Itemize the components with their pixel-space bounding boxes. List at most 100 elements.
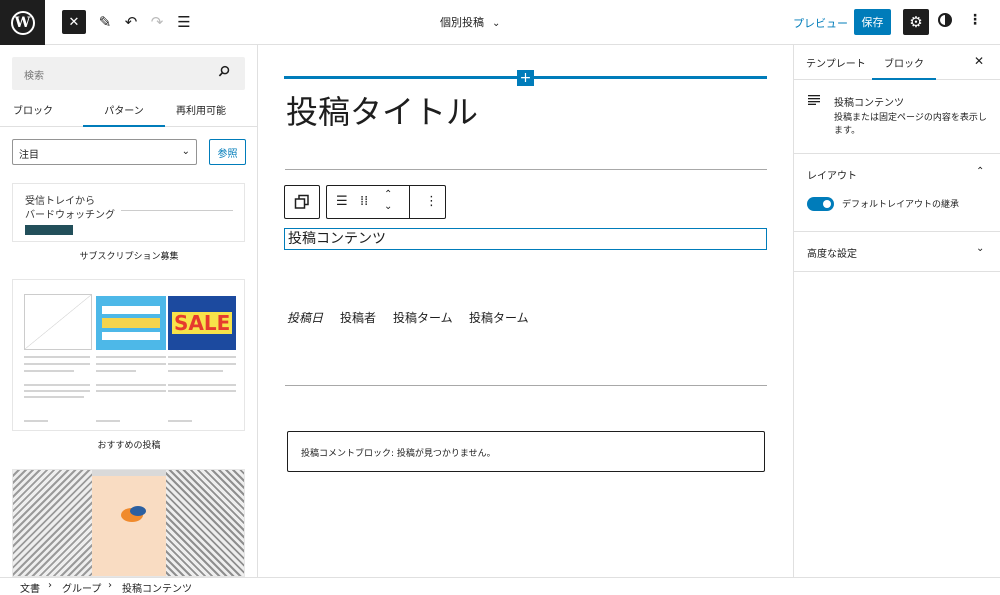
chevron-right-icon: › xyxy=(48,580,52,591)
close-icon: ✕ xyxy=(68,14,80,30)
thumbnail-text-line xyxy=(24,363,90,365)
thumbnail-text-line xyxy=(24,356,90,358)
undo-button[interactable]: ↶ xyxy=(119,10,143,34)
redo-icon: ↷ xyxy=(150,13,164,31)
thumbnail-placeholder xyxy=(24,294,92,350)
panel-divider xyxy=(794,153,1000,154)
thumbnail-text-line xyxy=(168,356,236,358)
wordpress-logo-button[interactable]: W xyxy=(0,0,45,45)
post-terms-block[interactable]: 投稿ターム xyxy=(469,309,529,326)
search-input[interactable]: 検索 xyxy=(12,57,245,90)
tab-block[interactable]: ブロック xyxy=(872,55,936,80)
inserter-panel: 検索 ブロック パターン 再利用可能 注目 ⌄ 参照 受信トレイから バードウォ… xyxy=(0,45,258,577)
toggle-knob xyxy=(823,200,831,208)
preview-button[interactable]: プレビュー xyxy=(793,15,848,31)
pattern-category-select[interactable]: 注目 ⌄ xyxy=(12,139,197,165)
chevron-down-icon: ⌄ xyxy=(181,146,190,157)
toolbar-divider xyxy=(409,186,410,218)
pattern-caption: おすすめの投稿 xyxy=(97,441,161,451)
close-inserter-button[interactable]: ✕ xyxy=(62,10,86,34)
block-parent-selector[interactable] xyxy=(284,185,320,219)
post-terms-block[interactable]: 投稿ターム xyxy=(393,309,453,326)
post-title-block[interactable]: 投稿タイトル xyxy=(286,87,478,133)
thumbnail-text-line xyxy=(24,420,48,422)
redo-button[interactable]: ↷ xyxy=(145,10,169,34)
settings-sidebar: テンプレート ブロック ✕ 投稿コンテンツ 投稿または固定ページの内容を表示しま… xyxy=(793,45,1000,577)
tools-button[interactable]: ✎ xyxy=(93,10,117,34)
options-menu-icon[interactable]: ⋮ xyxy=(968,12,982,28)
list-view-button[interactable]: ☰ xyxy=(172,10,196,34)
post-author-block[interactable]: 投稿者 xyxy=(340,309,376,326)
styles-contrast-icon[interactable] xyxy=(938,13,952,27)
save-button[interactable]: 保存 xyxy=(854,9,891,35)
thumbnail-image xyxy=(96,296,166,350)
pattern-text: 受信トレイから xyxy=(25,196,95,207)
editor-canvas: + 投稿タイトル ☰ ⁞⁞ ⌃ ⌄ ⋮ 投稿コンテンツ 投稿日 投稿者 投稿ターム… xyxy=(258,45,793,577)
breadcrumb: 文書 › グループ › 投稿コンテンツ xyxy=(0,577,1000,595)
tab-blocks[interactable]: ブロック xyxy=(13,102,53,127)
gallery-image xyxy=(166,470,244,576)
thumbnail-text-line xyxy=(24,390,90,392)
block-options-icon[interactable]: ⋮ xyxy=(425,194,438,209)
thumbnail-text-line xyxy=(96,370,136,372)
inherit-layout-label: デフォルトレイアウトの継承 xyxy=(842,200,960,210)
search-placeholder: 検索 xyxy=(24,71,44,82)
thumbnail-text-line xyxy=(168,420,192,422)
breadcrumb-item-document[interactable]: 文書 xyxy=(20,580,40,595)
tab-template[interactable]: テンプレート xyxy=(806,55,866,80)
pattern-category-value: 注目 xyxy=(19,150,39,161)
gallery-image xyxy=(13,470,92,576)
post-date-block[interactable]: 投稿日 xyxy=(287,309,323,326)
thumbnail-text-line xyxy=(168,384,236,386)
tab-patterns[interactable]: パターン xyxy=(83,102,165,127)
thumbnail-image: SALE xyxy=(168,296,236,350)
tab-reusable[interactable]: 再利用可能 xyxy=(176,102,226,127)
thumbnail-text-line xyxy=(24,384,90,386)
search-icon xyxy=(218,65,230,77)
pen-icon: ✎ xyxy=(98,13,112,31)
chevron-down-icon: ⌄ xyxy=(492,18,501,29)
chevron-up-icon[interactable]: ⌃ xyxy=(976,166,984,177)
thumbnail-text-line xyxy=(96,390,166,392)
duplicate-icon xyxy=(294,194,309,209)
pattern-thumbnail-button xyxy=(25,225,73,235)
pattern-card-image-gallery[interactable] xyxy=(12,469,245,577)
block-card-description: 投稿または固定ページの内容を表示します。 xyxy=(834,113,987,136)
post-comments-block[interactable]: 投稿コメントブロック: 投稿が見つかりません。 xyxy=(287,431,765,472)
undo-icon: ↶ xyxy=(124,13,138,31)
document-title-dropdown[interactable]: 個別投稿 ⌄ xyxy=(440,14,500,30)
close-sidebar-icon[interactable]: ✕ xyxy=(974,54,984,68)
breadcrumb-item-group[interactable]: グループ xyxy=(62,580,101,595)
thumbnail-text-line xyxy=(96,384,166,386)
advanced-panel-header[interactable]: 高度な設定 xyxy=(807,245,857,260)
block-card-title: 投稿コンテンツ xyxy=(834,98,904,109)
chevron-down-icon[interactable]: ⌄ xyxy=(976,243,984,254)
browse-button[interactable]: 参照 xyxy=(209,139,246,165)
thumbnail-text-line xyxy=(96,363,166,365)
inserter-tabs: ブロック パターン 再利用可能 xyxy=(0,98,257,127)
post-content-block[interactable]: 投稿コンテンツ xyxy=(284,228,767,250)
pattern-card-featured-posts[interactable]: SALE xyxy=(12,279,245,431)
pattern-divider xyxy=(121,210,233,211)
gallery-image xyxy=(92,476,166,576)
move-up-down-icon[interactable]: ⌃ ⌄ xyxy=(384,189,392,213)
breadcrumb-item-post-content[interactable]: 投稿コンテンツ xyxy=(122,580,192,595)
block-inserter-button[interactable]: + xyxy=(517,70,534,86)
document-title: 個別投稿 xyxy=(440,16,484,29)
inherit-layout-toggle[interactable] xyxy=(807,197,834,211)
drag-handle-icon[interactable]: ⁞⁞ xyxy=(360,194,368,209)
thumbnail-text: SALE xyxy=(172,311,233,335)
pattern-text: バードウォッチング xyxy=(25,210,115,221)
gear-icon: ⚙ xyxy=(909,13,923,31)
thumbnail-text-line xyxy=(24,370,74,372)
chevron-right-icon: › xyxy=(108,580,112,591)
bird-illustration xyxy=(130,506,146,516)
separator-block xyxy=(285,385,767,386)
settings-button[interactable]: ⚙ xyxy=(903,9,929,35)
pattern-caption: サブスクリプション募集 xyxy=(79,252,179,262)
panel-divider xyxy=(794,271,1000,272)
layout-panel-header[interactable]: レイアウト xyxy=(807,167,857,182)
pattern-card-subscription[interactable]: 受信トレイから バードウォッチング xyxy=(12,183,245,242)
block-type-icon[interactable]: ☰ xyxy=(336,194,348,209)
list-view-icon: ☰ xyxy=(177,13,191,31)
